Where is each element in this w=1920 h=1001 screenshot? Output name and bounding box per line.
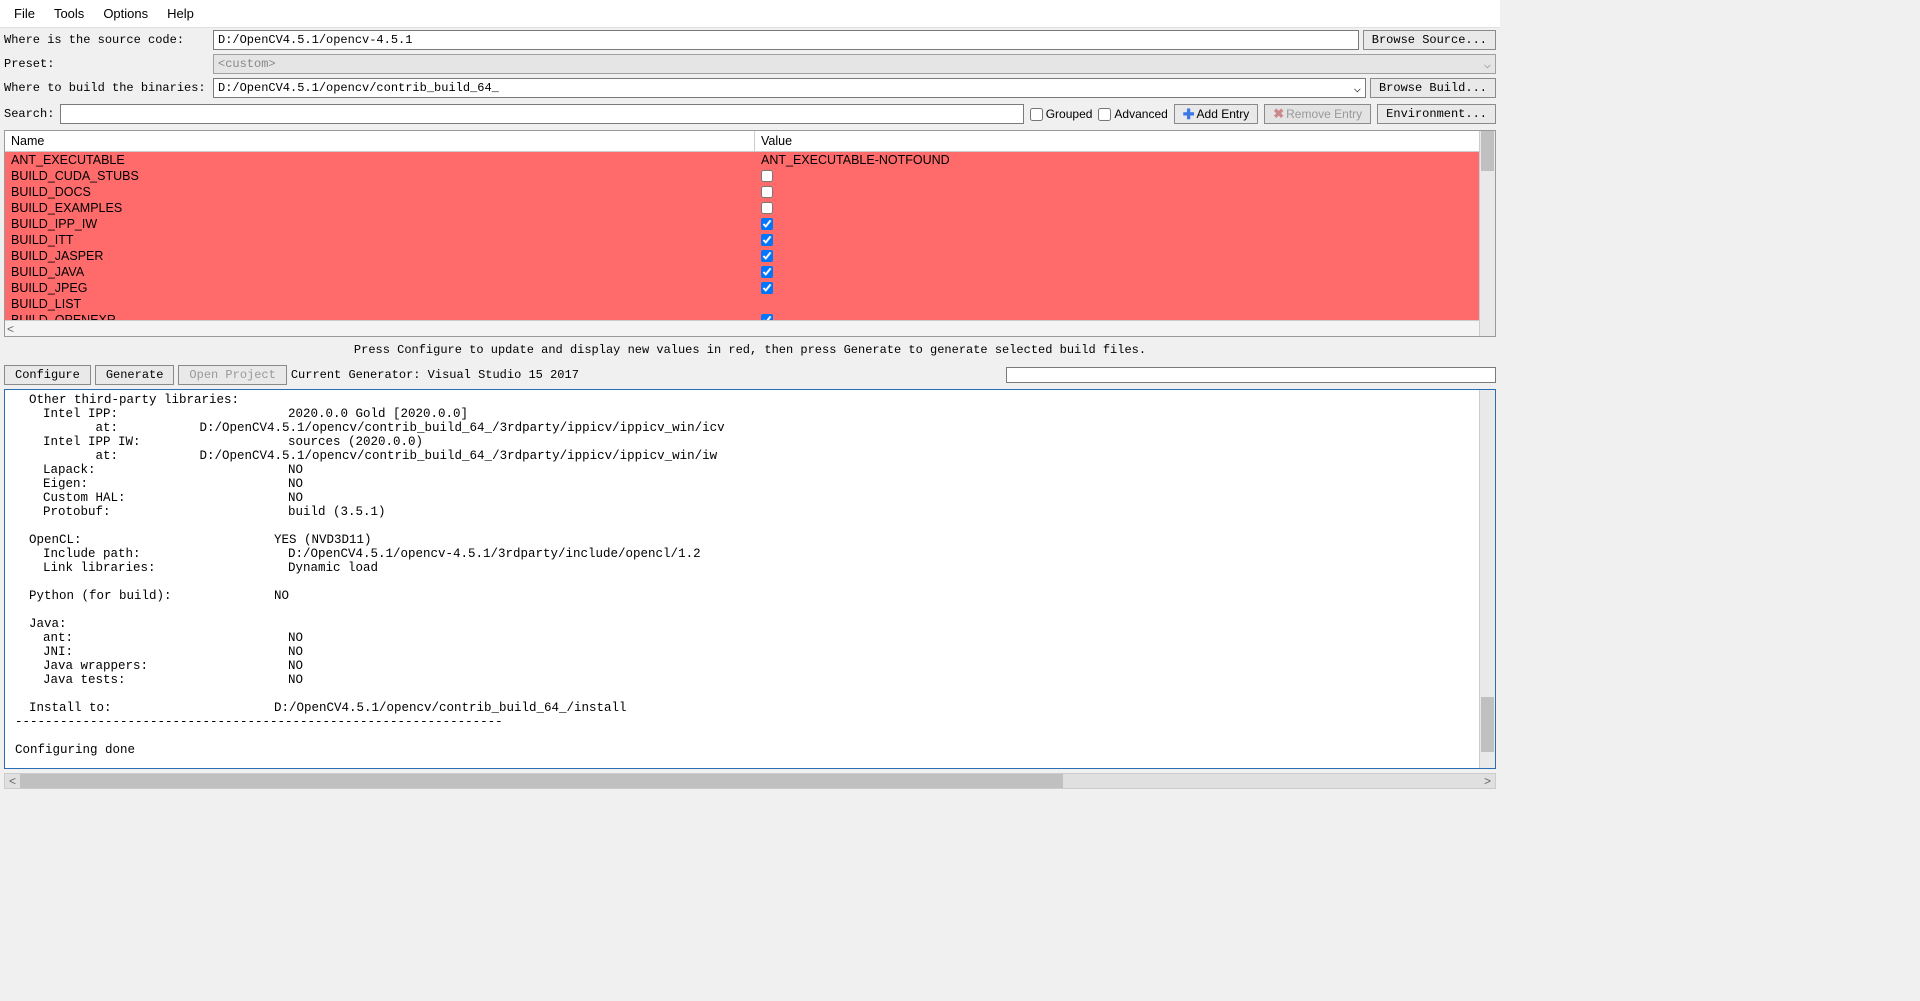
cell-value[interactable]: ANT_EXECUTABLE-NOTFOUND <box>755 153 1495 167</box>
table-hscroll[interactable]: <> <box>5 320 1495 336</box>
chevron-down-icon: ⌵ <box>1484 57 1491 72</box>
table-row[interactable]: BUILD_EXAMPLES <box>5 200 1495 216</box>
table-scrollbar[interactable] <box>1479 131 1495 336</box>
cell-value[interactable] <box>755 218 1495 230</box>
log-line: OpenCL:YES (NVD3D11) <box>15 533 1491 547</box>
generator-label: Current Generator: Visual Studio 15 2017 <box>291 368 579 382</box>
log-line: at:D:/OpenCV4.5.1/opencv/contrib_build_6… <box>15 421 1491 435</box>
label-search: Search: <box>4 107 54 121</box>
source-input[interactable] <box>213 30 1359 50</box>
configure-button[interactable]: Configure <box>4 365 91 385</box>
log-line: Configuring done <box>15 743 1491 757</box>
table-row[interactable]: BUILD_LIST <box>5 296 1495 312</box>
log-line <box>15 575 1491 589</box>
progress-bar <box>1006 367 1496 383</box>
log-line: Java: <box>15 617 1491 631</box>
log-line: Protobuf:build (3.5.1) <box>15 505 1491 519</box>
cell-name: BUILD_JASPER <box>5 249 755 263</box>
cell-value[interactable] <box>755 234 1495 246</box>
remove-entry-button[interactable]: ✖Remove Entry <box>1264 104 1371 124</box>
log-line: ant:NO <box>15 631 1491 645</box>
table-row[interactable]: ANT_EXECUTABLEANT_EXECUTABLE-NOTFOUND <box>5 152 1495 168</box>
log-line: Eigen:NO <box>15 477 1491 491</box>
log-line: at:D:/OpenCV4.5.1/opencv/contrib_build_6… <box>15 449 1491 463</box>
log-line: Java wrappers:NO <box>15 659 1491 673</box>
log-line <box>15 687 1491 701</box>
log-line: Java tests:NO <box>15 673 1491 687</box>
cell-value[interactable] <box>755 314 1495 320</box>
table-header-name[interactable]: Name <box>5 131 755 151</box>
chevron-down-icon: ⌵ <box>1354 81 1361 96</box>
build-value: D:/OpenCV4.5.1/opencv/contrib_build_64_ <box>218 81 499 95</box>
environment-button[interactable]: Environment... <box>1377 104 1496 124</box>
log-line: Lapack:NO <box>15 463 1491 477</box>
cell-name: BUILD_IPP_IW <box>5 217 755 231</box>
table-row[interactable]: BUILD_JASPER <box>5 248 1495 264</box>
menu-file[interactable]: File <box>6 4 43 23</box>
output-log: Other third-party libraries:Intel IPP:20… <box>4 389 1496 769</box>
menu-bar: File Tools Options Help <box>0 0 1500 28</box>
log-hscroll[interactable]: <> <box>4 773 1496 789</box>
log-line <box>15 603 1491 617</box>
cell-value[interactable] <box>755 282 1495 294</box>
preset-select[interactable]: <custom> ⌵ <box>213 54 1496 74</box>
label-preset: Preset: <box>4 57 209 71</box>
cell-name: ANT_EXECUTABLE <box>5 153 755 167</box>
log-line: Custom HAL:NO <box>15 491 1491 505</box>
cell-name: BUILD_DOCS <box>5 185 755 199</box>
cell-value[interactable] <box>755 266 1495 278</box>
log-line: Link libraries:Dynamic load <box>15 561 1491 575</box>
open-project-button[interactable]: Open Project <box>178 365 286 385</box>
cell-name: BUILD_LIST <box>5 297 755 311</box>
build-select[interactable]: D:/OpenCV4.5.1/opencv/contrib_build_64_ … <box>213 78 1366 98</box>
cell-value[interactable] <box>755 250 1495 262</box>
cell-name: BUILD_EXAMPLES <box>5 201 755 215</box>
log-line: Install to:D:/OpenCV4.5.1/opencv/contrib… <box>15 701 1491 715</box>
log-line: Intel IPP IW:sources (2020.0.0) <box>15 435 1491 449</box>
log-line: JNI:NO <box>15 645 1491 659</box>
table-row[interactable]: BUILD_OPENEXR <box>5 312 1495 320</box>
menu-options[interactable]: Options <box>95 4 156 23</box>
log-line: Other third-party libraries: <box>15 393 1491 407</box>
log-line: ----------------------------------------… <box>15 715 1491 729</box>
label-source: Where is the source code: <box>4 33 209 47</box>
hint-message: Press Configure to update and display ne… <box>0 337 1500 363</box>
search-input[interactable] <box>60 104 1024 124</box>
cell-value[interactable] <box>755 202 1495 214</box>
advanced-checkbox[interactable]: Advanced <box>1098 107 1167 121</box>
label-build: Where to build the binaries: <box>4 81 209 95</box>
plus-icon: ✚ <box>1183 108 1195 120</box>
preset-value: <custom> <box>218 57 276 71</box>
table-header-value[interactable]: Value <box>755 131 1495 151</box>
cell-name: BUILD_CUDA_STUBS <box>5 169 755 183</box>
table-row[interactable]: BUILD_JPEG <box>5 280 1495 296</box>
log-scrollbar[interactable] <box>1479 390 1495 768</box>
add-entry-button[interactable]: ✚Add Entry <box>1174 104 1258 124</box>
menu-tools[interactable]: Tools <box>46 4 92 23</box>
cache-table: Name Value ANT_EXECUTABLEANT_EXECUTABLE-… <box>4 130 1496 337</box>
table-row[interactable]: BUILD_ITT <box>5 232 1495 248</box>
table-row[interactable]: BUILD_DOCS <box>5 184 1495 200</box>
browse-build-button[interactable]: Browse Build... <box>1370 78 1496 98</box>
generate-button[interactable]: Generate <box>95 365 175 385</box>
log-line: Intel IPP:2020.0.0 Gold [2020.0.0] <box>15 407 1491 421</box>
table-row[interactable]: BUILD_IPP_IW <box>5 216 1495 232</box>
table-row[interactable]: BUILD_CUDA_STUBS <box>5 168 1495 184</box>
cell-name: BUILD_OPENEXR <box>5 313 755 320</box>
log-line <box>15 729 1491 743</box>
cell-name: BUILD_ITT <box>5 233 755 247</box>
browse-source-button[interactable]: Browse Source... <box>1363 30 1496 50</box>
cell-name: BUILD_JAVA <box>5 265 755 279</box>
log-line: Include path:D:/OpenCV4.5.1/opencv-4.5.1… <box>15 547 1491 561</box>
log-line: Python (for build):NO <box>15 589 1491 603</box>
cell-name: BUILD_JPEG <box>5 281 755 295</box>
cell-value[interactable] <box>755 186 1495 198</box>
table-row[interactable]: BUILD_JAVA <box>5 264 1495 280</box>
menu-help[interactable]: Help <box>159 4 202 23</box>
grouped-checkbox[interactable]: Grouped <box>1030 107 1093 121</box>
log-line <box>15 519 1491 533</box>
cell-value[interactable] <box>755 170 1495 182</box>
x-icon: ✖ <box>1273 108 1284 120</box>
